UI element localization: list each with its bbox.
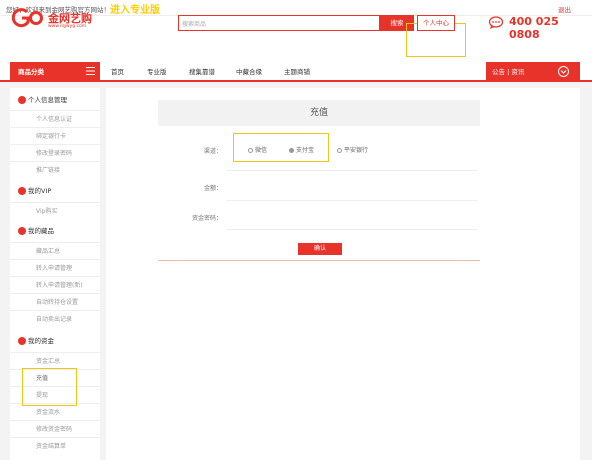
- vip-icon: [18, 187, 26, 195]
- amount-label: 金额：: [203, 185, 222, 192]
- sidebar-item-identity[interactable]: 个人信息认证: [10, 110, 100, 127]
- logout-link[interactable]: 退出: [558, 4, 571, 14]
- sidebar-item-vip-buy[interactable]: Vip购买: [10, 202, 100, 219]
- page-title: 充值: [158, 100, 480, 126]
- pro-version-link[interactable]: 进入专业版: [110, 1, 160, 16]
- radio-icon: [337, 148, 342, 153]
- sidebar-section-collection[interactable]: 我的藏品: [10, 222, 100, 240]
- sidebar-item-login-password[interactable]: 修改登录密码: [10, 144, 100, 161]
- radio-checked-icon: [289, 148, 294, 153]
- money-bag-icon: [18, 337, 26, 345]
- divider: [226, 229, 478, 230]
- personal-center-button[interactable]: 个人中心: [417, 15, 455, 31]
- sidebar-item-promo-link[interactable]: 推广链接: [10, 161, 100, 178]
- logo-url: www.rqjwyg.com: [48, 24, 87, 29]
- user-icon: [18, 96, 26, 104]
- sidebar-section-vip[interactable]: 我的VIP: [10, 182, 100, 200]
- main-panel: [106, 88, 580, 460]
- radio-pingan-bank[interactable]: 平安银行: [337, 145, 368, 154]
- radio-icon: [248, 148, 253, 153]
- nav-item-zhongcang[interactable]: 中藏合缘: [236, 62, 262, 82]
- chevron-down-icon[interactable]: [558, 66, 569, 77]
- search-placeholder: 搜索商品: [182, 21, 207, 28]
- sidebar-item-settlement[interactable]: 资金结算单: [10, 437, 100, 454]
- confirm-button[interactable]: 确认: [298, 243, 342, 255]
- hotline-number: 400 025 0808: [509, 15, 559, 41]
- sidebar-section-funds[interactable]: 我的资金: [10, 332, 100, 350]
- divider: [226, 170, 478, 171]
- channel-label: 渠道：: [203, 148, 222, 155]
- sidebar-item-transfer-apply-new[interactable]: 转入申请管理(新): [10, 276, 100, 293]
- sidebar-item-transfer-apply[interactable]: 转入申请管理: [10, 259, 100, 276]
- nav-item-theme-shops[interactable]: 主题商铺: [284, 62, 310, 82]
- nav-item-collect[interactable]: 搜集靠谱: [189, 62, 215, 82]
- search-input[interactable]: [178, 15, 380, 31]
- sidebar-item-fund-password[interactable]: 修改资金密码: [10, 420, 100, 437]
- fund-password-input[interactable]: [226, 205, 478, 229]
- fund-password-label: 资金密码：: [191, 215, 222, 222]
- hamburger-icon: [86, 67, 95, 75]
- radio-wechat[interactable]: 微信: [248, 145, 267, 154]
- highlight-box-recharge-withdraw: [22, 368, 77, 406]
- collection-icon: [18, 227, 26, 235]
- sidebar-item-auto-sell-log[interactable]: 自动卖出记录: [10, 310, 100, 327]
- sidebar-item-funds-summary[interactable]: 资金汇总: [10, 352, 100, 369]
- sidebar-item-bind-card[interactable]: 绑定银行卡: [10, 127, 100, 144]
- sidebar-section-personal[interactable]: 个人信息管理: [10, 91, 100, 109]
- divider: [158, 260, 480, 261]
- phone-icon: [488, 16, 504, 29]
- sidebar-item-auto-position[interactable]: 自动转持仓设置: [10, 293, 100, 310]
- radio-alipay[interactable]: 支付宝: [289, 145, 314, 154]
- logo-icon[interactable]: [10, 8, 44, 28]
- nav-item-pro[interactable]: 专业版: [147, 62, 167, 82]
- nav-item-home[interactable]: 首页: [111, 62, 124, 82]
- divider: [226, 200, 478, 201]
- amount-input[interactable]: [226, 176, 478, 200]
- sidebar-item-collection-summary[interactable]: 藏品汇总: [10, 242, 100, 259]
